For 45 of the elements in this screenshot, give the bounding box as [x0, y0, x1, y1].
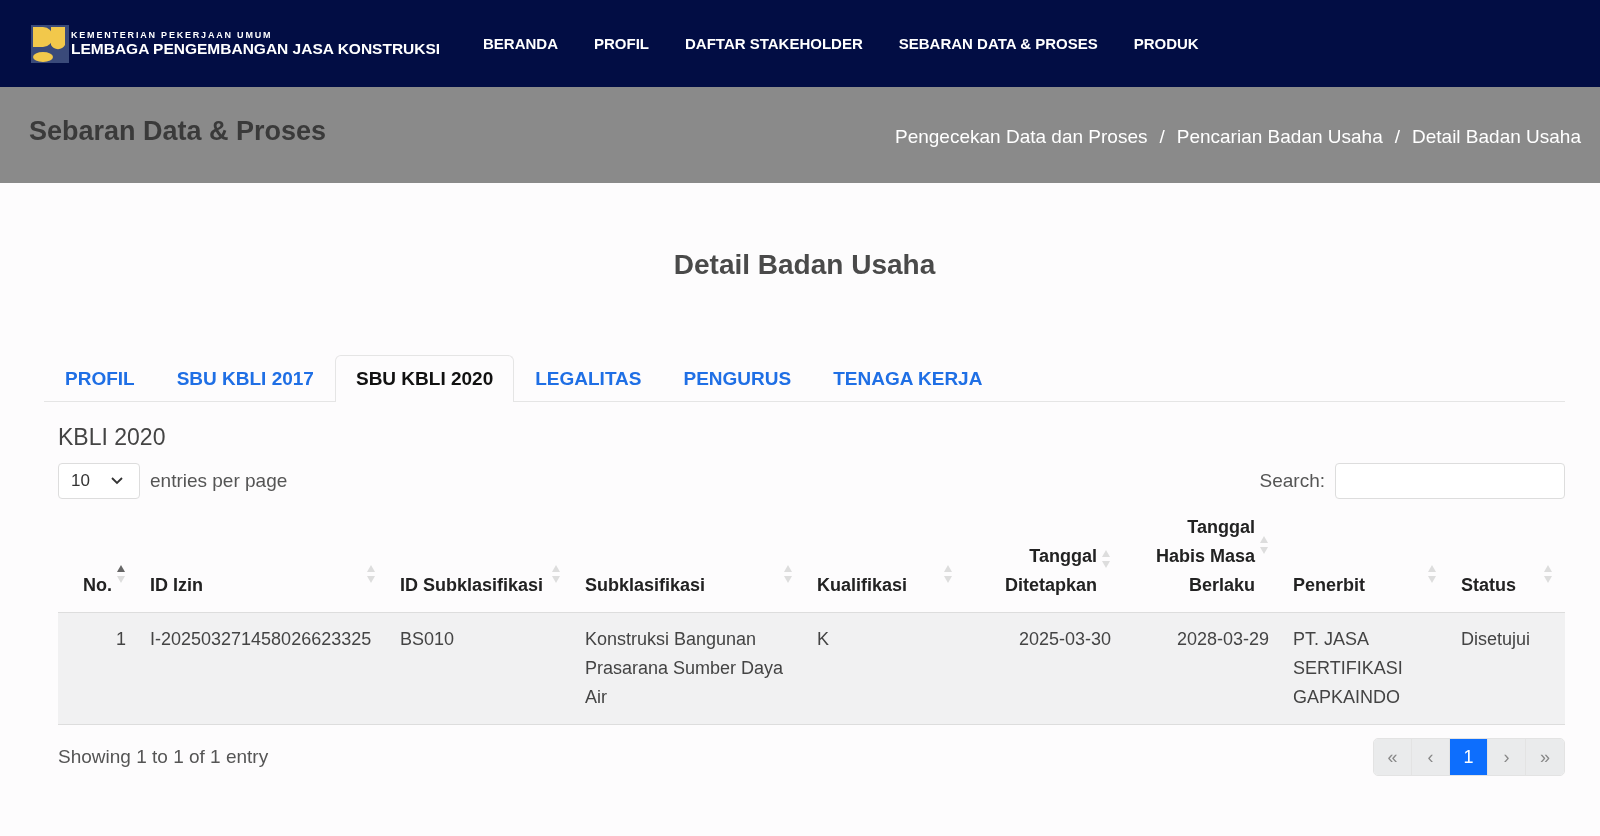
column-header[interactable]: ID Subklasifikasi	[400, 571, 544, 600]
agency-name: LEMBAGA PENGEMBANGAN JASA KONSTRUKSI	[71, 39, 441, 58]
banner-title: Sebaran Data & Proses	[29, 115, 327, 147]
table-cell: K	[817, 629, 829, 649]
search-label: Search:	[1259, 470, 1325, 492]
table-cell: 2025-03-30	[1018, 629, 1111, 649]
entries-info: Showing 1 to 1 of 1 entry	[58, 746, 269, 768]
breadcrumb-current: Detail Badan Usaha	[1412, 126, 1581, 148]
page-title: Detail Badan Usaha	[672, 248, 937, 281]
breadcrumb-separator: /	[1394, 126, 1400, 148]
column-header[interactable]: Penerbit	[1293, 571, 1366, 600]
table-cell: 1	[116, 629, 126, 649]
page-size-select[interactable]: 10	[58, 463, 140, 499]
tab[interactable]: SBU KBLI 2020	[334, 355, 515, 402]
column-header[interactable]: Kualifikasi	[817, 571, 908, 600]
page-button[interactable]: 1	[1450, 739, 1488, 775]
chevron-down-icon	[111, 477, 123, 485]
nav-link[interactable]: SEBARAN DATA & PROSES	[898, 35, 1098, 52]
nav-link[interactable]: PRODUK	[1133, 35, 1199, 52]
column-header[interactable]: Tanggal Habis Masa Berlaku	[1135, 513, 1255, 600]
column-header[interactable]: No.	[83, 571, 112, 600]
tab[interactable]: PROFIL	[44, 355, 156, 402]
tab[interactable]: SBU KBLI 2017	[155, 355, 335, 402]
table-cell: I-202503271458026623325	[150, 629, 372, 649]
nav-link[interactable]: DAFTAR STAKEHOLDER	[685, 35, 863, 52]
tab[interactable]: TENAGA KERJA	[812, 355, 1004, 402]
table-cell: Disetujui	[1461, 629, 1531, 649]
column-header[interactable]: Subklasifikasi	[585, 571, 706, 600]
section-title: KBLI 2020	[58, 424, 167, 451]
table-cell: Konstruksi Bangunan Prasarana Sumber Daya Air	[585, 629, 784, 707]
table-cell: 2028-03-29	[1176, 629, 1269, 649]
tab[interactable]: LEGALITAS	[514, 355, 663, 402]
column-header[interactable]: ID Izin	[150, 571, 203, 600]
nav-link[interactable]: BERANDA	[483, 35, 558, 52]
breadcrumb-separator: /	[1159, 126, 1165, 148]
nav-link[interactable]: PROFIL	[594, 35, 649, 52]
page-size-label: entries per page	[150, 470, 288, 492]
table-cell: BS010	[400, 629, 455, 649]
column-header[interactable]: Status	[1461, 571, 1516, 600]
search-field[interactable]	[1335, 463, 1565, 499]
tab[interactable]: PENGURUS	[662, 355, 813, 402]
column-header[interactable]: Tanggal Ditetapkan	[977, 542, 1097, 600]
table-cell: PT. JASA SERTIFIKASI GAPKAINDO	[1293, 629, 1403, 707]
logo-icon	[31, 24, 69, 63]
ministry-name: KEMENTERIAN PEKERJAAN UMUM	[71, 29, 274, 40]
